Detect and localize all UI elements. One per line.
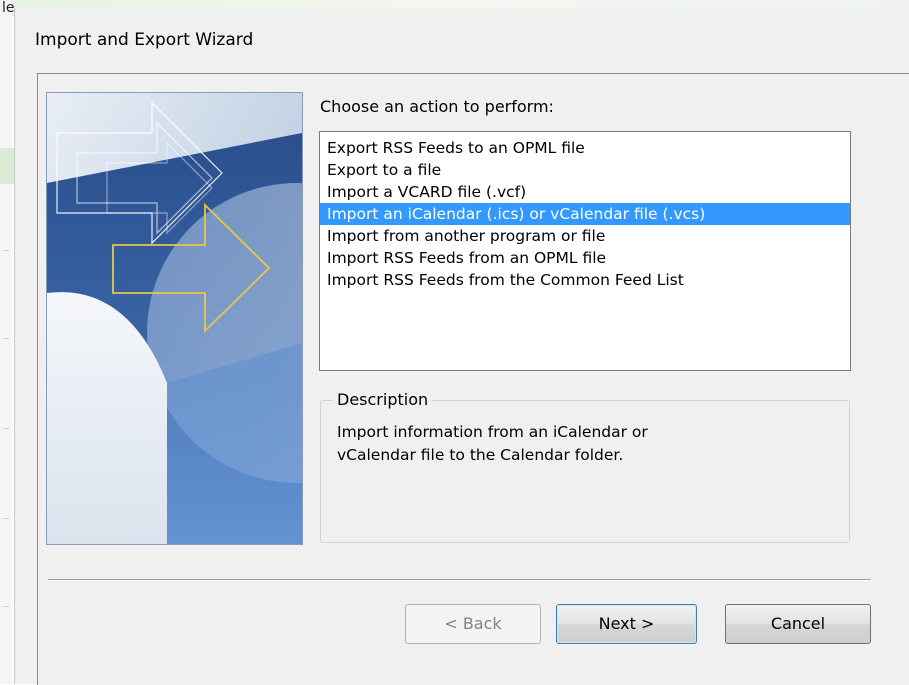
list-item-import-icalendar[interactable]: Import an iCalendar (.ics) or vCalendar … — [320, 203, 850, 225]
background-app-tick — [3, 518, 9, 519]
button-separator — [48, 579, 871, 581]
cancel-button[interactable]: Cancel — [725, 604, 871, 644]
background-app-tick — [3, 338, 9, 339]
description-legend: Description — [333, 390, 433, 409]
background-app-title-fragment: le — [2, 0, 15, 16]
background-app-highlight — [0, 148, 14, 184]
background-app-left-strip — [0, 0, 12, 684]
description-line: vCalendar file to the Calendar folder. — [337, 446, 624, 464]
list-item-import-vcard[interactable]: Import a VCARD file (.vcf) — [320, 181, 850, 203]
back-button[interactable]: < Back — [405, 604, 541, 644]
action-prompt-label: Choose an action to perform: — [320, 97, 554, 116]
description-line: Import information from an iCalendar or — [337, 423, 648, 441]
background-app-tick — [3, 606, 9, 607]
list-item-export-rss-opml[interactable]: Export RSS Feeds to an OPML file — [320, 137, 850, 159]
background-app-tick — [3, 428, 9, 429]
next-button[interactable]: Next > — [556, 604, 697, 644]
dialog-title: Import and Export Wizard — [35, 30, 254, 50]
description-group: Description Import information from an i… — [320, 390, 850, 543]
background-app-tick — [3, 250, 9, 251]
list-item-import-rss-opml[interactable]: Import RSS Feeds from an OPML file — [320, 247, 850, 269]
wizard-arrows-illustration-icon — [46, 92, 303, 545]
list-item-import-from-program[interactable]: Import from another program or file — [320, 225, 850, 247]
list-item-export-to-file[interactable]: Export to a file — [320, 159, 850, 181]
description-text: Import information from an iCalendar or … — [337, 421, 807, 467]
action-listbox[interactable]: Export RSS Feeds to an OPML file Export … — [319, 131, 851, 371]
list-item-import-rss-common-feed[interactable]: Import RSS Feeds from the Common Feed Li… — [320, 269, 850, 291]
